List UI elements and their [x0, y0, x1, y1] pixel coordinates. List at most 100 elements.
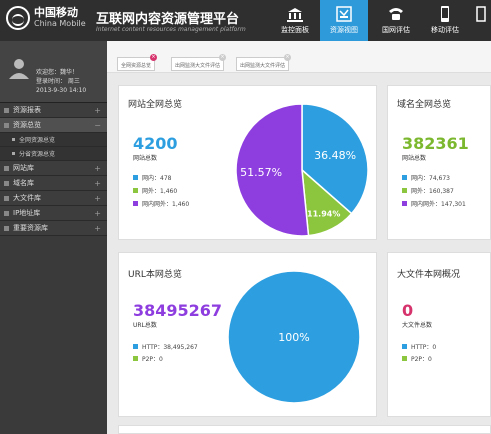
login-label: 登录时间： 周三: [36, 78, 80, 85]
square-icon: [4, 165, 9, 171]
bigfile-count: 0: [402, 301, 414, 320]
expand-icon: +: [94, 223, 101, 233]
domain-count: 382361: [402, 134, 469, 153]
phone-icon: [389, 8, 403, 20]
logo-cn-text: 中国移动: [34, 6, 78, 19]
resource-view-icon: [336, 6, 352, 22]
sidebar-item-domain-db[interactable]: 域名库 +: [0, 176, 107, 191]
sidebar-item-label: 域名库: [13, 179, 34, 187]
sidebar-item-label: 网站库: [13, 164, 34, 172]
legend-swatch: [402, 201, 407, 206]
pie-label: 51.57%: [240, 166, 282, 179]
site-pie-chart: 36.48% 11.94% 51.57%: [235, 103, 369, 237]
bullet-icon: [12, 138, 15, 141]
legend-text: 网内：74,673: [411, 175, 450, 182]
expand-icon: +: [94, 193, 101, 203]
sidebar-subitem-national-overview[interactable]: 全网资源总览: [0, 133, 107, 147]
sidebar-item-label: 重要资源库: [13, 224, 48, 232]
sidebar-item-website-db[interactable]: 网站库 +: [0, 161, 107, 176]
welcome-text: 欢迎您：魏华！: [36, 69, 79, 76]
mobile-icon: [441, 6, 449, 22]
sidebar-item-resource-overview[interactable]: 资源总览 −: [0, 118, 107, 133]
card-title: 域名全网总览: [397, 100, 452, 110]
nav-national-eval[interactable]: 国网评估: [372, 0, 420, 41]
app-subtitle: Internet content resources management pl…: [96, 26, 246, 33]
sidebar-item-label: IP地址库: [13, 209, 41, 217]
legend-swatch: [402, 344, 407, 349]
expand-icon: +: [94, 163, 101, 173]
sidebar-subitem-province-overview[interactable]: 分省资源总览: [0, 147, 107, 161]
sidebar-item-resource-report[interactable]: 资源报表 +: [0, 103, 107, 118]
top-bar: 中国移动 China Mobile 互联网内容资源管理平台 Internet c…: [0, 0, 491, 41]
pie-label: 36.48%: [314, 149, 356, 162]
tab-label: 出网监测大文件评估: [175, 63, 221, 69]
nav-label: 国网评估: [382, 26, 410, 34]
login-time: 2013-9-30 14:10: [36, 87, 87, 94]
sidebar-item-label: 资源报表: [13, 106, 41, 114]
monitor-icon: [287, 8, 303, 22]
more-icon: [475, 6, 486, 22]
square-icon: [4, 210, 9, 216]
pie-label: 100%: [278, 331, 309, 344]
square-icon: [4, 225, 9, 231]
legend-swatch: [402, 175, 407, 180]
nav-label: 移动评估: [431, 26, 459, 34]
tab-national-overview[interactable]: 全网资源总览 ×: [117, 54, 158, 71]
expand-icon: +: [94, 208, 101, 218]
legend-item: P2P：0: [402, 354, 432, 363]
bigfile-overview-card: 大文件本网概况 0 大文件总数 HTTP：0 P2P：0: [387, 252, 491, 417]
legend-item: 网内：74,673: [402, 173, 450, 182]
bullet-icon: [12, 152, 15, 155]
collapse-icon: −: [94, 120, 101, 130]
user-avatar-icon: [9, 59, 29, 79]
close-icon[interactable]: ×: [219, 54, 227, 61]
legend-text: HTTP：0: [411, 344, 437, 351]
legend-swatch: [402, 188, 407, 193]
expand-icon: +: [94, 105, 101, 115]
square-icon: [4, 180, 9, 186]
china-mobile-logo-icon: [6, 6, 30, 30]
sidebar: 欢迎您：魏华！ 登录时间： 周三 2013-9-30 14:10 资源报表 + 资…: [0, 41, 107, 434]
close-icon[interactable]: ×: [284, 54, 292, 61]
nav-mobile-eval[interactable]: 移动评估: [421, 0, 469, 41]
legend-item: 网内网外：147,301: [402, 199, 466, 208]
nav-monitor-panel[interactable]: 监控面板: [271, 0, 319, 41]
tab-bigfile-eval-1[interactable]: 出网监测大文件评估 ×: [171, 54, 227, 71]
legend-text: 网外：160,387: [411, 188, 454, 195]
legend-text: P2P：0: [411, 356, 432, 363]
sidebar-item-label: 全网资源总览: [19, 137, 56, 144]
legend-swatch: [402, 356, 407, 361]
sidebar-item-label: 资源总览: [13, 121, 41, 129]
site-overview-card: 网站全网总览 4200 网站总数 网内：478 网外：1,460 网内网外：1,…: [118, 85, 377, 240]
app-title: 互联网内容资源管理平台: [96, 12, 240, 27]
tab-label: 全网资源总览: [121, 63, 152, 69]
domain-count-label: 网站总数: [402, 155, 427, 162]
sidebar-item-bigfile-db[interactable]: 大文件库 +: [0, 191, 107, 206]
nav-label: 监控面板: [281, 26, 309, 34]
legend-item: HTTP：0: [402, 342, 436, 351]
square-icon: [4, 122, 9, 128]
logo-en-text: China Mobile: [34, 19, 86, 28]
tab-bar: 全网资源总览 × 出网监测大文件评估 × 出网监测大文件评估 ×: [107, 41, 491, 73]
url-pie-chart: 100%: [227, 270, 361, 404]
tab-label: 出网监测大文件评估: [240, 63, 286, 69]
close-icon[interactable]: ×: [150, 54, 158, 61]
sidebar-item-label: 大文件库: [13, 194, 41, 202]
sidebar-item-ip-db[interactable]: IP地址库 +: [0, 206, 107, 221]
card-title: 大文件本网概况: [397, 270, 461, 280]
square-icon: [4, 107, 9, 113]
bigfile-count-label: 大文件总数: [402, 322, 433, 329]
next-card-edge: [118, 425, 491, 434]
legend-item: 网外：160,387: [402, 186, 454, 195]
pie-label: 11.94%: [307, 209, 340, 218]
nav-label: 资源视图: [330, 26, 358, 34]
domain-overview-card: 域名全网总览 382361 网站总数 网内：74,673 网外：160,387 …: [387, 85, 491, 240]
sidebar-item-important-db[interactable]: 重要资源库 +: [0, 221, 107, 236]
nav-resource-view[interactable]: 资源视图: [320, 0, 368, 41]
china-mobile-logo: 中国移动 China Mobile: [6, 6, 86, 30]
tab-bigfile-eval-2[interactable]: 出网监测大文件评估 ×: [236, 54, 292, 71]
square-icon: [4, 195, 9, 201]
nav-more[interactable]: [470, 0, 491, 41]
sidebar-item-label: 分省资源总览: [19, 151, 56, 158]
user-panel: 欢迎您：魏华！ 登录时间： 周三 2013-9-30 14:10: [0, 41, 107, 103]
